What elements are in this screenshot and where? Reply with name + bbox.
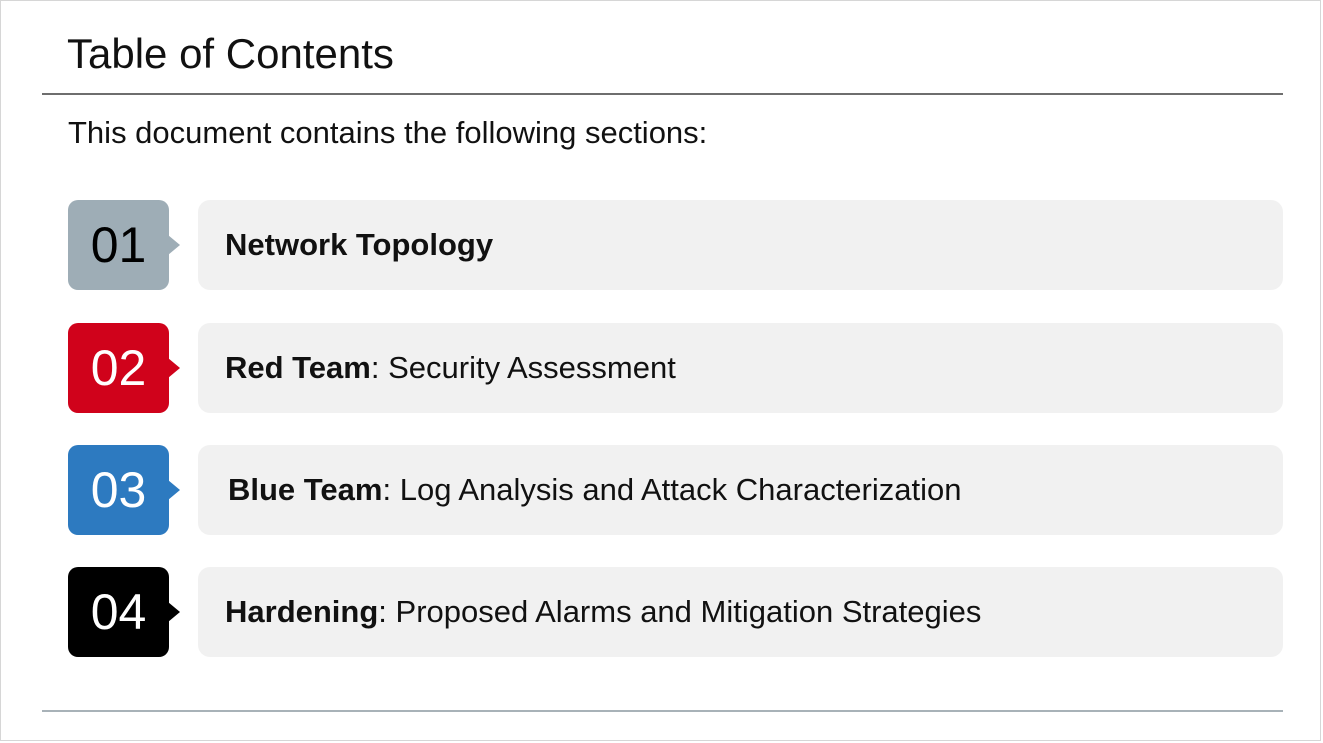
section-subtitle: : Proposed Alarms and Mitigation Strateg…: [378, 594, 982, 629]
section-title: Blue Team: [228, 472, 383, 507]
toc-item-red-team[interactable]: 02 Red Team: Security Assessment: [68, 323, 1283, 413]
section-number-badge: 04: [68, 567, 180, 657]
section-title: Red Team: [225, 350, 371, 385]
section-subtitle: : Log Analysis and Attack Characterizati…: [382, 472, 962, 507]
page-title: Table of Contents: [67, 30, 394, 77]
section-title-bar[interactable]: Blue Team: Log Analysis and Attack Chara…: [198, 445, 1283, 535]
toc-item-network-topology[interactable]: 01 Network Topology: [68, 200, 1283, 290]
title-divider: [42, 93, 1283, 95]
section-number-badge: 01: [68, 200, 180, 290]
section-title-bar[interactable]: Network Topology: [198, 200, 1283, 290]
chevron-right-icon: [168, 358, 180, 378]
section-title: Hardening: [225, 594, 379, 629]
section-number: 04: [90, 584, 147, 640]
chevron-right-icon: [168, 480, 180, 500]
toc-item-hardening[interactable]: 04 Hardening: Proposed Alarms and Mitiga…: [68, 567, 1283, 657]
section-subtitle: : Security Assessment: [370, 350, 676, 385]
section-title-bar[interactable]: Red Team: Security Assessment: [198, 323, 1283, 413]
section-title: Network Topology: [225, 227, 494, 262]
toc-item-blue-team[interactable]: 03 Blue Team: Log Analysis and Attack Ch…: [68, 445, 1283, 535]
section-number-badge: 03: [68, 445, 180, 535]
chevron-right-icon: [168, 602, 180, 622]
slide: Table of Contents This document contains…: [0, 0, 1321, 741]
bottom-divider: [42, 710, 1283, 712]
section-number: 02: [90, 340, 147, 396]
section-number: 03: [90, 462, 147, 518]
chevron-right-icon: [168, 235, 180, 255]
intro-text: This document contains the following sec…: [68, 115, 708, 150]
section-title-bar[interactable]: Hardening: Proposed Alarms and Mitigatio…: [198, 567, 1283, 657]
section-number: 01: [90, 217, 147, 273]
section-number-badge: 02: [68, 323, 180, 413]
